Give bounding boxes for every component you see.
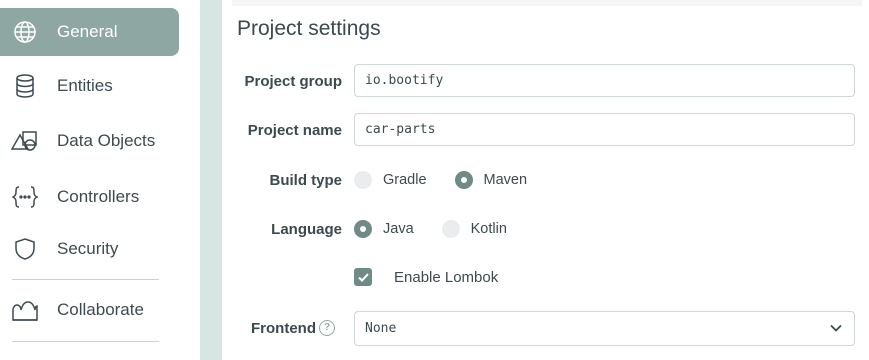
project-name-input[interactable]: car-parts: [354, 113, 855, 146]
sidebar-item-label: Security: [57, 239, 119, 258]
project-name-label: Project name: [247, 122, 342, 139]
java-radio-label: Java: [383, 221, 414, 237]
sidebar-item-label: General: [57, 22, 118, 41]
maven-radio[interactable]: [454, 171, 473, 189]
build-type-radio-group: Gradle Maven: [354, 171, 527, 189]
sidebar-item-general[interactable]: General: [0, 8, 179, 56]
sidebar-divider: [12, 279, 159, 280]
chevron-down-icon: [830, 324, 842, 332]
java-radio[interactable]: [354, 220, 372, 238]
language-label: Language: [271, 221, 342, 238]
header-rule: [232, 0, 862, 6]
sidebar-item-label: Entities: [57, 76, 113, 95]
sidebar-gutter: [200, 0, 222, 360]
sidebar-item-collaborate[interactable]: Collaborate: [0, 286, 179, 334]
language-radio-group: Java Kotlin: [354, 220, 507, 238]
enable-lombok-row[interactable]: Enable Lombok: [354, 268, 498, 286]
sidebar-item-data-objects[interactable]: Data Objects: [0, 117, 179, 165]
sidebar-divider: [12, 341, 159, 342]
braces-icon: [10, 182, 40, 212]
language-java-option[interactable]: Java: [354, 220, 414, 238]
kotlin-radio-label: Kotlin: [470, 221, 507, 237]
sidebar-item-controllers[interactable]: Controllers: [0, 173, 179, 221]
frontend-select-value: None: [365, 321, 397, 336]
language-kotlin-option[interactable]: Kotlin: [441, 220, 507, 238]
check-icon: [357, 272, 369, 282]
build-type-gradle-option[interactable]: Gradle: [354, 171, 427, 189]
people-icon: [10, 295, 40, 325]
shapes-icon: [10, 126, 40, 156]
frontend-label: Frontend: [251, 320, 316, 337]
build-type-maven-option[interactable]: Maven: [454, 171, 528, 189]
sidebar-item-label: Collaborate: [57, 300, 144, 319]
sidebar-item-label: Controllers: [57, 187, 140, 206]
question-icon[interactable]: ?: [319, 320, 335, 336]
frontend-select[interactable]: None: [354, 311, 855, 346]
database-icon: [10, 71, 40, 101]
enable-lombok-checkbox[interactable]: [354, 268, 372, 286]
sidebar: General Entities Data Objects Controller…: [0, 0, 200, 360]
project-group-input[interactable]: io.bootify: [354, 64, 855, 97]
maven-radio-label: Maven: [483, 172, 528, 188]
gradle-radio[interactable]: [354, 171, 372, 189]
build-type-label: Build type: [269, 172, 342, 189]
gradle-radio-label: Gradle: [383, 172, 427, 188]
globe-icon: [10, 17, 40, 47]
page-title: Project settings: [237, 17, 381, 40]
sidebar-item-entities[interactable]: Entities: [0, 62, 179, 110]
enable-lombok-label: Enable Lombok: [394, 268, 499, 286]
main-content: Project settings Project group io.bootif…: [222, 0, 869, 360]
sidebar-item-label: Data Objects: [57, 131, 156, 150]
sidebar-item-security[interactable]: Security: [0, 225, 179, 273]
shield-icon: [10, 234, 40, 264]
kotlin-radio[interactable]: [441, 220, 460, 238]
project-group-label: Project group: [244, 73, 342, 90]
